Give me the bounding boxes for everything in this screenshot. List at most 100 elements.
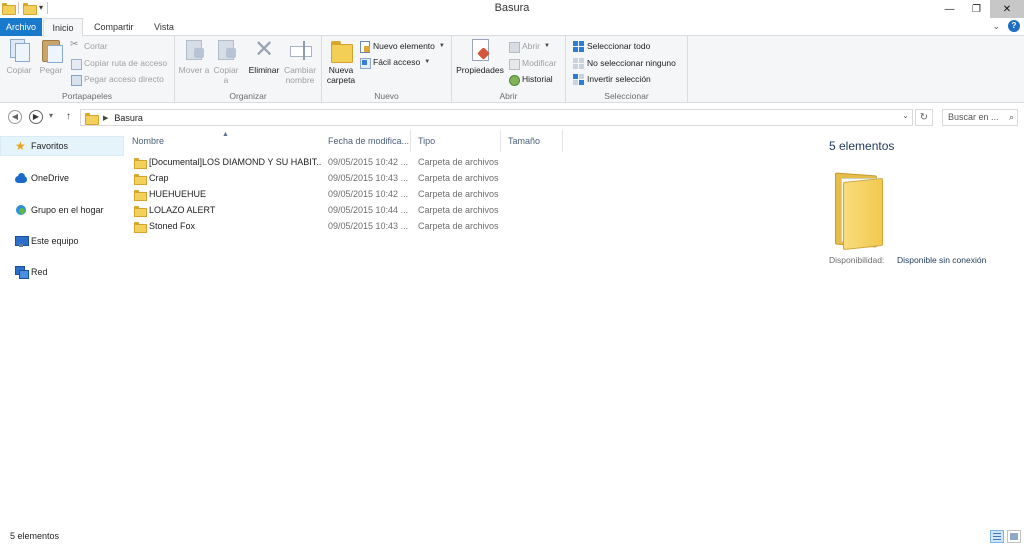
invert-selection-label: Invertir selección [587, 74, 651, 84]
select-group: Seleccionar todo No seleccionar ninguno … [566, 36, 688, 103]
file-name: Stoned Fox [149, 221, 196, 231]
tab-home[interactable]: Inicio [43, 18, 83, 37]
file-name-cell: Stoned Fox [134, 219, 322, 234]
new-folder-button[interactable]: Nueva carpeta [324, 38, 358, 85]
search-input[interactable]: Buscar en ... ⌕ [942, 109, 1018, 126]
status-bar: 5 elementos [0, 528, 1024, 546]
rename-label: Cambiar nombre [283, 65, 317, 85]
properties-button[interactable]: Propiedades [454, 38, 506, 75]
open-group: Propiedades Abrir ▼ Modificar Historial … [452, 36, 566, 103]
file-name-cell: Crap [134, 171, 322, 186]
paste-button[interactable]: Pegar [36, 38, 66, 75]
invert-selection-button[interactable]: Invertir selección [573, 72, 651, 86]
sidebar-item-favorites[interactable]: ★ Favoritos [0, 136, 124, 156]
copy-to-button[interactable]: Copiar a [210, 38, 242, 85]
new-item-label: Nuevo elemento [373, 41, 435, 51]
easy-access-label: Fácil acceso [373, 57, 421, 67]
column-header-date[interactable]: Fecha de modifica... [321, 130, 411, 152]
open-button[interactable]: Abrir ▼ [508, 39, 550, 53]
close-button[interactable]: ✕ [990, 0, 1024, 18]
forward-button[interactable]: ▶ [29, 110, 43, 124]
minimize-button[interactable]: — [936, 0, 963, 18]
new-item-button[interactable]: Nuevo elemento ▼ [359, 39, 445, 53]
clipboard-group-label: Portapapeles [61, 91, 113, 101]
table-row[interactable]: [Documental]LOS DIAMOND Y SU HABIT... 09… [130, 155, 506, 170]
edit-button[interactable]: Modificar [508, 56, 556, 70]
table-row[interactable]: LOLAZO ALERT 09/05/2015 10:44 ... Carpet… [130, 203, 506, 218]
folder-icon [134, 190, 147, 201]
item-count: 5 elementos [829, 139, 895, 153]
help-icon[interactable]: ? [1008, 20, 1020, 32]
search-icon[interactable]: ⌕ [1009, 110, 1014, 125]
title-bar: ▾ Basura — ❐ ✕ [0, 0, 1024, 18]
file-list: ▲ Nombre Fecha de modifica... Tipo Tamañ… [125, 130, 815, 522]
invert-selection-icon [573, 73, 584, 85]
select-none-button[interactable]: No seleccionar ninguno [573, 56, 676, 70]
history-button[interactable]: Historial [508, 72, 553, 86]
copy-to-icon [214, 38, 238, 62]
column-header-size[interactable]: Tamaño [501, 130, 563, 152]
select-all-label: Seleccionar todo [587, 41, 651, 51]
window-title: Basura [494, 2, 530, 14]
cut-button[interactable]: Cortar [70, 39, 108, 53]
copy-path-button[interactable]: Copiar ruta de acceso [70, 56, 167, 70]
copy-label: Copiar [6, 65, 32, 75]
delete-button[interactable]: ✕ Eliminar [246, 38, 282, 76]
new-group: Nueva carpeta Nuevo elemento ▼ Fácil acc… [322, 36, 452, 103]
table-row[interactable]: Stoned Fox 09/05/2015 10:43 ... Carpeta … [130, 219, 506, 234]
address-dropdown-icon[interactable]: ⌄ [902, 111, 909, 120]
column-header-label: Fecha de modifica... [328, 136, 410, 146]
sidebar-item-onedrive[interactable]: OneDrive [0, 168, 124, 188]
breadcrumb-item[interactable]: Basura [114, 113, 143, 123]
rename-button[interactable]: Cambiar nombre [282, 38, 318, 85]
easy-access-button[interactable]: Fácil acceso ▼ [359, 55, 430, 69]
ribbon: Copiar Pegar Cortar Copiar ruta de acces… [0, 36, 1024, 103]
refresh-button[interactable]: ↻ [915, 109, 933, 126]
file-date: 09/05/2015 10:43 ... [328, 173, 409, 183]
paste-label: Pegar [39, 65, 63, 75]
tab-share[interactable]: Compartir [86, 18, 142, 36]
move-to-button[interactable]: Mover a [178, 38, 210, 75]
chevron-down-icon: ▼ [424, 59, 431, 65]
tab-view[interactable]: Vista [146, 18, 182, 36]
move-to-icon [182, 38, 206, 62]
back-button[interactable]: ◀ [8, 110, 22, 124]
folder-icon [134, 222, 147, 233]
file-name: [Documental]LOS DIAMOND Y SU HABIT... [149, 157, 322, 167]
window-controls: — ❐ ✕ [936, 0, 1024, 18]
table-row[interactable]: Crap 09/05/2015 10:43 ... Carpeta de arc… [130, 171, 506, 186]
sidebar-item-network[interactable]: Red [0, 262, 124, 282]
history-label: Historial [522, 74, 553, 84]
rename-icon [288, 38, 312, 62]
sort-ascending-icon: ▲ [222, 131, 229, 138]
paste-shortcut-label: Pegar acceso directo [84, 74, 164, 84]
select-all-button[interactable]: Seleccionar todo [573, 39, 650, 53]
table-row[interactable]: HUEHUEHUE 09/05/2015 10:42 ... Carpeta d… [130, 187, 506, 202]
details-view-button[interactable] [990, 530, 1004, 543]
sidebar-item-homegroup[interactable]: Grupo en el hogar [0, 200, 124, 220]
breadcrumb-separator-icon[interactable]: ▶ [103, 114, 108, 122]
edit-label: Modificar [522, 58, 557, 68]
edit-icon [508, 58, 520, 70]
folder-icon [134, 206, 147, 217]
file-date: 09/05/2015 10:42 ... [328, 189, 409, 199]
paste-shortcut-button[interactable]: Pegar acceso directo [70, 72, 164, 86]
ribbon-controls: ⌄ ? [992, 20, 1020, 32]
sidebar-item-this-pc[interactable]: Este equipo [0, 231, 124, 251]
address-bar[interactable]: ▶ Basura ⌄ [80, 109, 913, 126]
chevron-down-icon: ▼ [438, 43, 445, 49]
large-icons-view-button[interactable] [1007, 530, 1021, 543]
organize-group-label: Organizar [229, 91, 267, 101]
ribbon-tabs: Archivo Inicio Compartir Vista ⌄ ? [0, 18, 1024, 37]
select-none-label: No seleccionar ninguno [587, 58, 676, 68]
maximize-button[interactable]: ❐ [963, 0, 990, 18]
copy-button[interactable]: Copiar [4, 38, 34, 75]
column-header-type[interactable]: Tipo [411, 130, 501, 152]
up-icon[interactable]: ↑ [66, 111, 71, 122]
availability-label: Disponibilidad: [829, 255, 885, 265]
tab-file[interactable]: Archivo [0, 18, 42, 36]
recent-locations-icon[interactable]: ▾ [49, 111, 53, 120]
sidebar-item-label: Favoritos [31, 141, 69, 151]
minimize-ribbon-icon[interactable]: ⌄ [992, 21, 1000, 32]
column-header-name[interactable]: ▲ Nombre [125, 130, 327, 152]
